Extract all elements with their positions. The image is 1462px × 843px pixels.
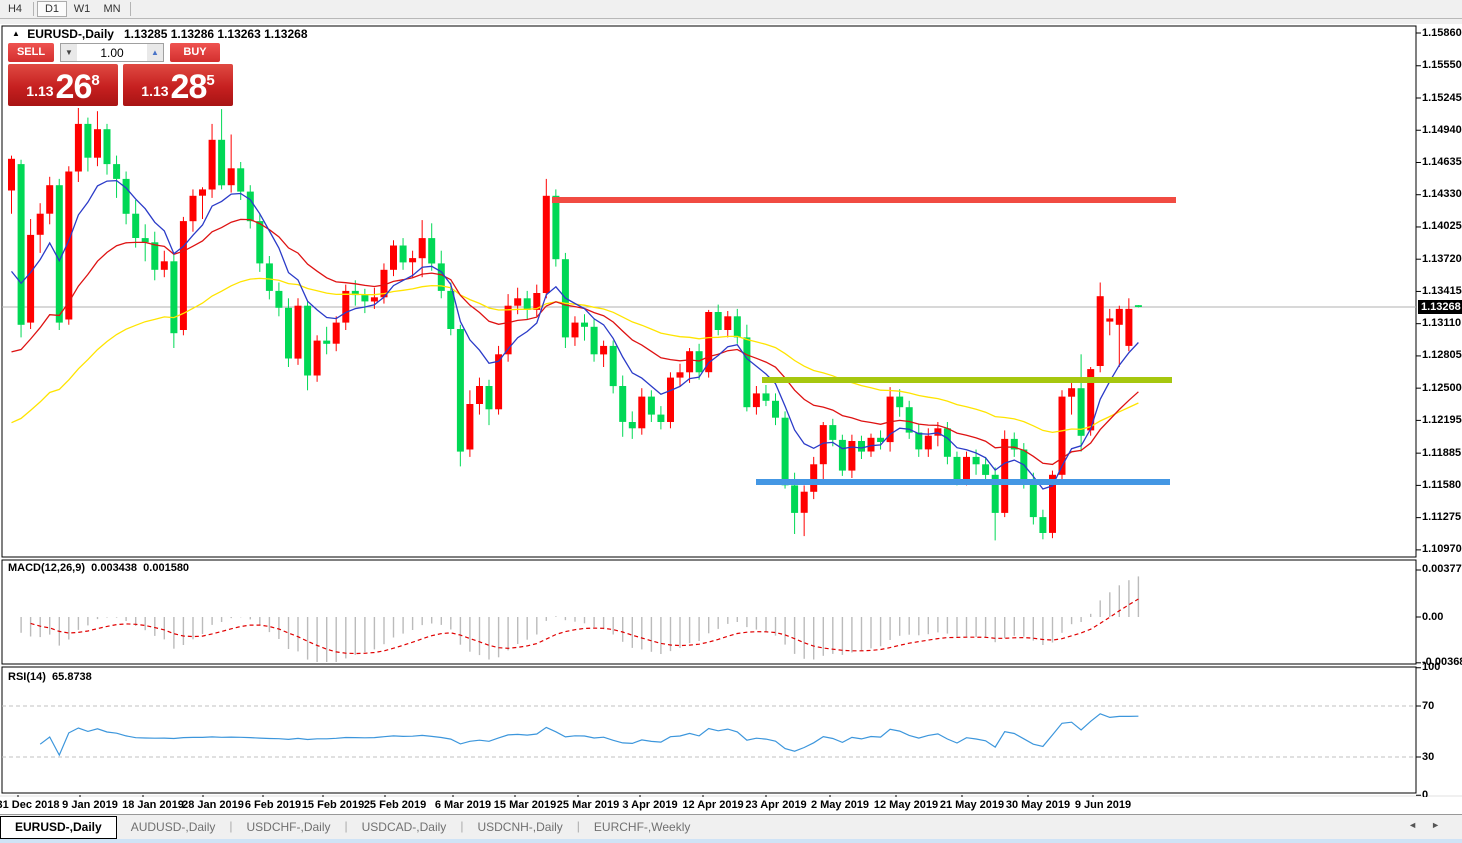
macd-scale-label: 0.00 xyxy=(1422,611,1443,624)
date-axis: 31 Dec 20189 Jan 2019 18 Jan 201928 Jan 2… xyxy=(0,797,1462,814)
date-axis-label: 18 Jan 2019 xyxy=(122,799,184,811)
macd-label: MACD(12,26,9) 0.003438 0.001580 xyxy=(8,562,189,574)
price-scale-label: 1.12195 xyxy=(1422,414,1462,427)
scroll-right-icon[interactable]: ► xyxy=(1431,820,1454,830)
price-scale-label: 1.13415 xyxy=(1422,285,1462,298)
date-axis-label: 21 May 2019 xyxy=(940,799,1004,811)
buy-price-prefix: 1.13 xyxy=(141,78,168,104)
volume-decrease-icon[interactable]: ▼ xyxy=(61,44,77,61)
price-scale-label: 1.12500 xyxy=(1422,382,1462,395)
symbol-tab-bar: EURUSD-,DailyAUDUSD-,Daily|USDCHF-,Daily… xyxy=(0,814,1462,840)
scroll-left-icon[interactable]: ◄ xyxy=(1408,820,1431,830)
macd-main-value: 0.003438 xyxy=(91,562,137,574)
ohlc-values: 1.13285 1.13286 1.13263 1.13268 xyxy=(124,27,308,41)
volume-input[interactable] xyxy=(77,44,147,61)
sell-button[interactable]: SELL xyxy=(8,43,54,62)
price-scale-label: 1.14635 xyxy=(1422,156,1462,169)
price-scale-label: 1.15550 xyxy=(1422,59,1462,72)
macd-scale-label: 0.003777 xyxy=(1422,563,1462,576)
date-axis-label: 25 Feb 2019 xyxy=(364,799,426,811)
date-axis-label: 15 Mar 2019 xyxy=(494,799,556,811)
buy-button[interactable]: BUY xyxy=(170,43,220,62)
price-scale-label: 1.11885 xyxy=(1422,447,1461,460)
current-price-tag: 1.13268 xyxy=(1418,300,1462,314)
price-scale-label: 1.15860 xyxy=(1422,27,1462,40)
date-axis-label: 2 May 2019 xyxy=(811,799,869,811)
sell-price-prefix: 1.13 xyxy=(26,78,53,104)
date-axis-label: 12 Apr 2019 xyxy=(682,799,743,811)
price-scale-label: 1.15245 xyxy=(1422,92,1462,105)
rsi-value: 65.8738 xyxy=(52,671,92,683)
volume-stepper: ▼ ▲ xyxy=(60,43,164,62)
price-scale-label: 1.11275 xyxy=(1422,511,1461,524)
chart-tab-eurchf[interactable]: EURCHF-,Weekly xyxy=(580,816,704,838)
buy-price-pip: 5 xyxy=(206,73,214,88)
chart-tab-usdcnh[interactable]: USDCNH-,Daily xyxy=(463,816,576,838)
date-axis-label: 3 Apr 2019 xyxy=(622,799,677,811)
rsi-scale-label: 100 xyxy=(1422,661,1440,674)
sell-price-panel[interactable]: 1.13 26 8 xyxy=(8,64,118,106)
price-scale-label: 1.13720 xyxy=(1422,253,1462,266)
chart-tab-audusd[interactable]: AUDUSD-,Daily xyxy=(117,816,230,838)
sell-price-pip: 8 xyxy=(91,73,99,88)
price-scale-label: 1.12805 xyxy=(1422,349,1462,362)
buy-price-digits: 28 xyxy=(171,70,207,104)
date-axis-label: 28 Jan 2019 xyxy=(182,799,244,811)
price-scale-label: 1.10970 xyxy=(1422,543,1462,556)
date-axis-label: 23 Apr 2019 xyxy=(745,799,806,811)
collapse-icon[interactable]: ▲ xyxy=(12,29,20,38)
macd-signal-value: 0.001580 xyxy=(143,562,189,574)
rsi-scale-label: 30 xyxy=(1422,751,1434,764)
tab-scroll-arrows[interactable]: ◄► xyxy=(1408,820,1454,830)
date-axis-label: 31 Dec 2018 xyxy=(0,799,60,811)
date-axis-label: 15 Feb 2019 xyxy=(302,799,364,811)
date-axis-label: 6 Feb 2019 xyxy=(245,799,301,811)
symbol-title: EURUSD-,Daily xyxy=(27,27,114,41)
date-axis-label: 25 Mar 2019 xyxy=(557,799,619,811)
rsi-label: RSI(14) 65.8738 xyxy=(8,671,92,683)
rsi-scale-label: 70 xyxy=(1422,700,1434,713)
chart-tab-usdcad[interactable]: USDCAD-,Daily xyxy=(348,816,461,838)
chart-header: ▲ EURUSD-,Daily 1.13285 1.13286 1.13263 … xyxy=(12,27,308,41)
window-bottom-strip xyxy=(0,839,1462,843)
chart-tab-eurusd[interactable]: EURUSD-,Daily xyxy=(0,816,117,839)
price-scale-label: 1.14025 xyxy=(1422,220,1462,233)
buy-price-panel[interactable]: 1.13 28 5 xyxy=(123,64,233,106)
sell-price-digits: 26 xyxy=(56,70,92,104)
date-axis-label: 12 May 2019 xyxy=(874,799,938,811)
price-scale-label: 1.14940 xyxy=(1422,124,1462,137)
price-scale-label: 1.14330 xyxy=(1422,188,1462,201)
date-axis-label: 9 Jun 2019 xyxy=(1075,799,1131,811)
date-axis-label: 9 Jan 2019 xyxy=(62,799,118,811)
chart-tab-usdchf[interactable]: USDCHF-,Daily xyxy=(233,816,345,838)
date-axis-label: 6 Mar 2019 xyxy=(435,799,491,811)
one-click-trade-widget: SELL ▼ ▲ BUY 1.13 26 8 1.13 28 5 xyxy=(8,43,234,106)
price-scale-label: 1.13110 xyxy=(1422,317,1461,330)
price-chart-canvas[interactable] xyxy=(0,0,1462,843)
volume-increase-icon[interactable]: ▲ xyxy=(147,44,163,61)
date-axis-label: 30 May 2019 xyxy=(1006,799,1070,811)
price-scale-label: 1.11580 xyxy=(1422,479,1461,492)
